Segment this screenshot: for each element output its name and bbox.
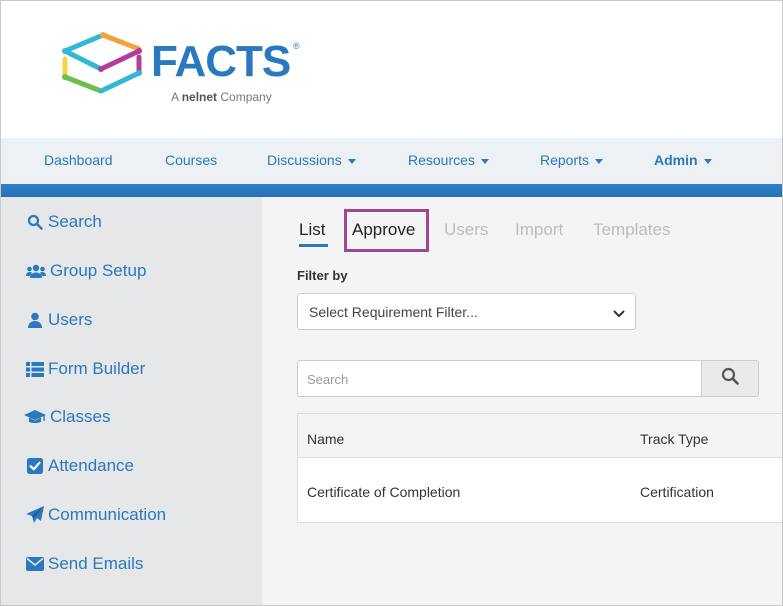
search-input[interactable]: Search	[297, 360, 702, 397]
top-nav: Dashboard Courses Discussions Resources …	[1, 138, 782, 184]
caret-down-icon	[703, 158, 712, 164]
sidebar-item-label: Communication	[48, 505, 167, 524]
caret-down-icon	[595, 158, 604, 164]
user-icon	[25, 310, 45, 330]
sidebar-item-search[interactable]: Search	[25, 210, 102, 234]
graduation-cap-icon	[23, 407, 47, 427]
cell-track-type: Certification	[640, 484, 714, 500]
header: FACTS ® A nelnet Company	[1, 1, 782, 138]
nav-item-label: Admin	[654, 152, 698, 168]
sidebar-item-send-emails[interactable]: Send Emails	[25, 552, 143, 576]
nav-item-admin[interactable]: Admin	[654, 152, 712, 168]
paper-plane-icon	[25, 505, 45, 525]
sidebar-item-label: Classes	[50, 407, 111, 426]
tab-approve[interactable]: Approve	[352, 220, 415, 240]
facts-logo[interactable]: FACTS ® A nelnet Company	[59, 29, 309, 109]
sidebar-item-form-builder[interactable]: Form Builder	[25, 357, 145, 381]
tagline-prefix: A	[171, 90, 179, 104]
sidebar-item-label: Search	[48, 212, 102, 231]
column-header-name[interactable]: Name	[307, 431, 344, 447]
logo-trademark: ®	[293, 41, 300, 51]
nav-item-resources[interactable]: Resources	[408, 152, 489, 168]
cell-name: Certificate of Completion	[307, 484, 461, 500]
tab-templates[interactable]: Templates	[593, 220, 670, 240]
tab-list-underline	[299, 244, 328, 247]
nav-item-label: Reports	[540, 152, 590, 168]
caret-down-icon	[480, 158, 489, 164]
checkbox-icon	[25, 456, 45, 476]
nav-item-label: Resources	[408, 152, 475, 168]
sidebar-item-label: Send Emails	[48, 554, 144, 573]
nav-item-label: Courses	[165, 152, 218, 168]
sidebar-item-label: Group Setup	[50, 261, 147, 280]
search-icon	[721, 367, 739, 390]
search-placeholder: Search	[307, 372, 349, 387]
table-header: Name Track Type	[298, 414, 782, 458]
search-button[interactable]	[702, 360, 759, 397]
logo-tagline: A nelnet Company	[171, 90, 272, 104]
sidebar-item-label: Users	[48, 310, 93, 329]
nav-item-reports[interactable]: Reports	[540, 152, 604, 168]
sidebar-item-users[interactable]: Users	[25, 308, 92, 332]
sidebar-item-communication[interactable]: Communication	[25, 503, 166, 527]
nav-item-discussions[interactable]: Discussions	[267, 152, 356, 168]
nav-item-dashboard[interactable]: Dashboard	[44, 152, 113, 168]
tagline-suffix: Company	[220, 90, 272, 104]
sidebar-item-label: Form Builder	[48, 359, 146, 378]
group-icon	[25, 261, 47, 281]
sidebar-item-attendance[interactable]: Attendance	[25, 454, 134, 478]
nav-item-label: Dashboard	[44, 152, 113, 168]
sidebar-item-group-setup[interactable]: Group Setup	[25, 259, 146, 283]
tagline-brand: nelnet	[181, 90, 218, 104]
caret-down-icon	[347, 158, 356, 164]
logo-wordmark: FACTS	[151, 37, 291, 86]
sidebar: Search Group Setup Users Form Builder Cl…	[1, 197, 262, 605]
filter-label: Filter by	[297, 268, 348, 283]
list-icon	[25, 359, 45, 379]
envelope-icon	[25, 554, 45, 574]
requirements-table: Name Track Type Certificate of Completio…	[297, 413, 782, 523]
tab-import[interactable]: Import	[515, 220, 563, 240]
requirement-filter-select[interactable]: Select Requirement Filter...	[297, 293, 636, 330]
tab-users[interactable]: Users	[444, 220, 488, 240]
tab-list[interactable]: List	[299, 220, 325, 240]
chevron-down-icon	[613, 306, 625, 324]
column-header-track-type[interactable]: Track Type	[640, 431, 708, 447]
sidebar-item-label: Attendance	[48, 456, 135, 475]
sidebar-item-classes[interactable]: Classes	[23, 405, 110, 429]
select-value: Select Requirement Filter...	[309, 304, 478, 320]
search-icon	[25, 212, 45, 232]
app-window: FACTS ® A nelnet Company Dashboard Cours…	[0, 0, 783, 606]
facts-logo-mark-icon	[62, 32, 142, 94]
nav-item-label: Discussions	[267, 152, 342, 168]
nav-item-courses[interactable]: Courses	[165, 152, 217, 168]
main-content: List Approve Users Import Templates Filt…	[262, 197, 782, 605]
nav-stripe	[1, 184, 782, 197]
